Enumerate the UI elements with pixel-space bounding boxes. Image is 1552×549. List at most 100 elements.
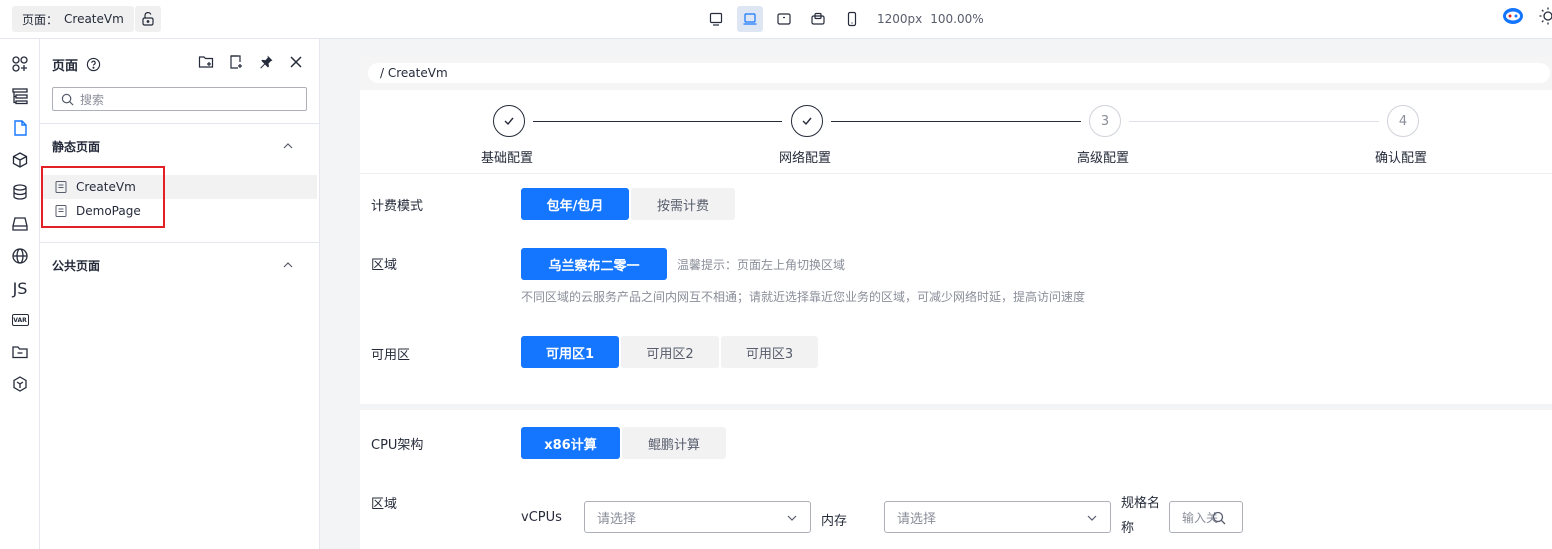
page-prefix-label: 页面： [22, 12, 59, 27]
desktop-view-button[interactable] [703, 6, 729, 32]
breadcrumb[interactable]: / CreateVm [368, 63, 1550, 83]
step-4-label: 确认配置 [1375, 151, 1428, 166]
public-pages-collapse[interactable] [281, 258, 295, 272]
spec-region-label: 区域 [371, 497, 398, 512]
top-toolbar: 页面： CreateVm 1200px 100.00% [0, 0, 1552, 39]
search-placeholder: 搜索 [80, 92, 105, 107]
current-page-chip[interactable]: 页面： CreateVm [12, 6, 134, 32]
add-folder-icon [198, 54, 214, 70]
rail-folder[interactable] [6, 339, 34, 365]
billing-yearly-button[interactable]: 包年/包月 [521, 188, 629, 220]
rail-outline[interactable] [6, 83, 34, 109]
step-connector [831, 121, 1081, 122]
search-icon [61, 93, 74, 106]
spec-name-label: 规格名称 [1121, 496, 1161, 536]
page-panel: 页面 搜索 静态页面 CreateVm DemoPage 公共页面 [40, 39, 320, 549]
region-label: 区域 [371, 258, 398, 273]
unlock-icon [140, 11, 156, 27]
ai-assistant-button[interactable] [1502, 6, 1524, 26]
spec-name-input[interactable]: 输入关 [1169, 501, 1243, 533]
pin-panel-button[interactable] [257, 53, 275, 71]
section-separator [360, 404, 1552, 410]
rail-blocks[interactable] [6, 147, 34, 173]
plugin-icon [11, 375, 29, 393]
highlight-annotation-box [41, 166, 165, 228]
memory-placeholder: 请选择 [897, 511, 937, 527]
var-icon: VAR [11, 314, 29, 326]
pin-icon [258, 54, 274, 70]
add-page-button[interactable] [227, 53, 245, 71]
datasource-icon [11, 183, 29, 201]
mobile-icon [844, 11, 860, 27]
zone-label: 可用区 [371, 348, 411, 363]
step-connector [1129, 121, 1379, 122]
billing-ondemand-button[interactable]: 按需计费 [631, 188, 735, 220]
desktop-icon [708, 11, 724, 27]
help-icon[interactable] [86, 57, 101, 72]
mobile-view-button[interactable] [839, 6, 865, 32]
tablet-rotate-icon [810, 11, 826, 27]
memory-select[interactable]: 请选择 [884, 501, 1111, 533]
chevron-down-icon [786, 512, 798, 524]
panel-header: 页面 [52, 55, 101, 74]
rail-datasource[interactable] [6, 179, 34, 205]
theme-toggle-button[interactable] [1538, 6, 1552, 26]
add-folder-button[interactable] [197, 53, 215, 71]
chevron-down-icon [1086, 512, 1098, 524]
cpu-kunpeng-button[interactable]: 鲲鹏计算 [622, 427, 726, 459]
rail-pages[interactable] [6, 115, 34, 141]
panel-divider [40, 123, 320, 124]
storage-icon [11, 215, 29, 233]
cpu-x86-button[interactable]: x86计算 [521, 427, 620, 459]
rail-i18n[interactable] [6, 243, 34, 269]
vcpus-select[interactable]: 请选择 [584, 501, 811, 533]
design-canvas[interactable]: / CreateVm 基础配置 网络配置 3 高级配置 4 确认配置 计费模式 … [360, 57, 1552, 549]
region-option-button[interactable]: 乌兰察布二零一 [521, 248, 667, 280]
chevron-up-icon [281, 139, 295, 153]
chevron-up-icon [281, 258, 295, 272]
region-tip: 温馨提示：页面左上角切换区域 [677, 258, 846, 272]
laptop-icon [742, 11, 758, 27]
laptop-view-button[interactable] [737, 6, 763, 32]
zone-3-button[interactable]: 可用区3 [721, 336, 818, 368]
rail-plugins[interactable] [6, 371, 34, 397]
robot-icon [1502, 6, 1524, 26]
cpu-label: CPU架构 [371, 438, 424, 453]
rail-js[interactable]: JS [6, 275, 34, 301]
tablet-landscape-view-button[interactable] [771, 6, 797, 32]
billing-label: 计费模式 [371, 199, 424, 214]
step-2-label: 网络配置 [779, 151, 832, 166]
js-icon: JS [12, 278, 28, 298]
outline-icon [11, 87, 29, 105]
close-panel-button[interactable] [287, 53, 305, 71]
public-pages-title[interactable]: 公共页面 [52, 257, 100, 274]
components-icon [11, 55, 29, 73]
plugin-rail: JS VAR [0, 39, 40, 549]
step-connector [533, 121, 782, 122]
current-page-name: CreateVm [64, 12, 124, 26]
region-note: 不同区域的云服务产品之间内网互不相通；请就近选择靠近您业务的区域，可减少网络时延… [521, 290, 1086, 304]
static-pages-collapse[interactable] [281, 139, 295, 153]
block-icon [11, 151, 29, 169]
rail-variables[interactable]: VAR [6, 307, 34, 333]
close-icon [289, 55, 303, 69]
tablet-landscape-icon [776, 11, 792, 27]
panel-divider [40, 242, 320, 243]
zone-2-button[interactable]: 可用区2 [621, 336, 719, 368]
rail-storage[interactable] [6, 211, 34, 237]
check-icon [503, 115, 515, 127]
rail-components[interactable] [6, 51, 34, 77]
step-3-label: 高级配置 [1077, 151, 1130, 166]
page-icon [11, 119, 29, 137]
unlock-button[interactable] [135, 6, 161, 32]
tablet-rotate-view-button[interactable] [805, 6, 831, 32]
zone-1-button[interactable]: 可用区1 [521, 336, 619, 368]
page-search-input[interactable]: 搜索 [52, 87, 307, 111]
panel-tools [197, 53, 305, 71]
i18n-icon [11, 247, 29, 265]
folder-icon [11, 343, 29, 361]
static-pages-title[interactable]: 静态页面 [52, 138, 100, 155]
step-1-label: 基础配置 [481, 151, 534, 166]
step-2-circle [791, 105, 823, 137]
canvas-zoom-readout: 100.00% [930, 12, 984, 26]
